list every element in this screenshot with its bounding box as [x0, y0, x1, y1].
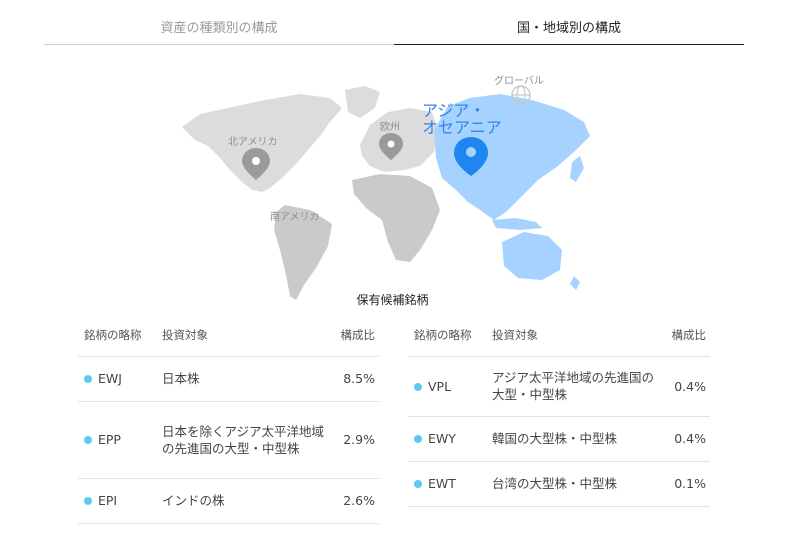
header-target: 投資対象: [492, 314, 662, 357]
label-asia-oceania: アジア・ オセアニア: [422, 101, 502, 137]
table-row: EWY 韓国の大型株・中型株 0.4%: [408, 416, 710, 462]
target-cell: アジア太平洋地域の先進国の大型・中型株: [492, 356, 662, 417]
ticker: VPL: [428, 378, 452, 394]
header-ratio: 構成比: [662, 314, 710, 357]
ratio-cell: 2.6%: [332, 478, 379, 524]
bullet-dot: [84, 497, 92, 505]
ticker-cell: EWJ: [78, 356, 162, 402]
region-africa: [352, 174, 440, 262]
ratio-cell: 0.1%: [662, 461, 710, 507]
table-row: VPL アジア太平洋地域の先進国の大型・中型株 0.4%: [408, 356, 710, 417]
ticker-cell: VPL: [408, 356, 492, 417]
bullet-dot: [414, 435, 422, 443]
target-cell: インドの株: [162, 478, 332, 524]
region-japan: [570, 156, 584, 182]
holdings-title: 保有候補銘柄: [356, 293, 429, 307]
header-ticker: 銘柄の略称: [408, 314, 492, 357]
ticker: EWY: [428, 431, 456, 446]
ticker: EPI: [98, 493, 118, 508]
ticker: EWJ: [98, 371, 122, 386]
target-cell: 台湾の大型株・中型株: [492, 461, 662, 507]
header-ticker: 銘柄の略称: [78, 314, 162, 357]
tab-asset-type[interactable]: 資産の種類別の構成: [44, 14, 394, 45]
region-indonesia: [492, 218, 542, 230]
target-cell: 日本を除くアジア太平洋地域の先進国の大型・中型株: [162, 401, 332, 479]
bullet-dot: [84, 375, 92, 383]
region-new-zealand: [570, 276, 580, 290]
label-south-america: 南アメリカ: [270, 210, 320, 223]
table-row: EPI インドの株 2.6%: [78, 478, 379, 524]
ratio-cell: 0.4%: [662, 416, 710, 462]
table-row: EWJ 日本株 8.5%: [78, 356, 379, 402]
holdings-table-left: 銘柄の略称 投資対象 構成比 EWJ 日本株 8.5% EPP 日本を除くアジア…: [78, 314, 379, 524]
label-europe: 欧州: [380, 121, 400, 133]
target-cell: 韓国の大型株・中型株: [492, 416, 662, 462]
ticker-cell: EPI: [78, 478, 162, 524]
label-north-america: 北アメリカ: [228, 136, 278, 148]
world-map: グローバル 北アメリカ 欧州 南アメリカ アジア・ オセアニア: [170, 70, 620, 305]
holdings-table-right: 銘柄の略称 投資対象 構成比 VPL アジア太平洋地域の先進国の大型・中型株 0…: [408, 314, 710, 507]
ticker-cell: EWY: [408, 416, 492, 462]
target-cell: 日本株: [162, 356, 332, 402]
tab-country-region[interactable]: 国・地域別の構成: [394, 14, 744, 45]
header-ratio: 構成比: [332, 314, 379, 357]
table-row: EWT 台湾の大型株・中型株 0.1%: [408, 461, 710, 507]
ratio-cell: 8.5%: [332, 356, 379, 402]
bullet-dot: [414, 382, 422, 391]
label-asia-oceania-line2: オセアニア: [422, 118, 502, 137]
composition-tabs: 資産の種類別の構成 国・地域別の構成: [44, 14, 744, 45]
region-greenland: [345, 86, 380, 118]
ratio-cell: 2.9%: [332, 401, 379, 479]
header-target: 投資対象: [162, 314, 332, 357]
ticker-cell: EWT: [408, 461, 492, 507]
ticker: EPP: [98, 432, 121, 447]
region-australia: [502, 232, 562, 280]
ratio-cell: 0.4%: [662, 356, 710, 417]
bullet-dot: [414, 480, 422, 488]
label-global: グローバル: [494, 74, 544, 87]
ticker: EWT: [428, 476, 456, 491]
table-row: EPP 日本を除くアジア太平洋地域の先進国の大型・中型株 2.9%: [78, 401, 379, 479]
ticker-cell: EPP: [78, 401, 162, 479]
bullet-dot: [84, 436, 92, 444]
